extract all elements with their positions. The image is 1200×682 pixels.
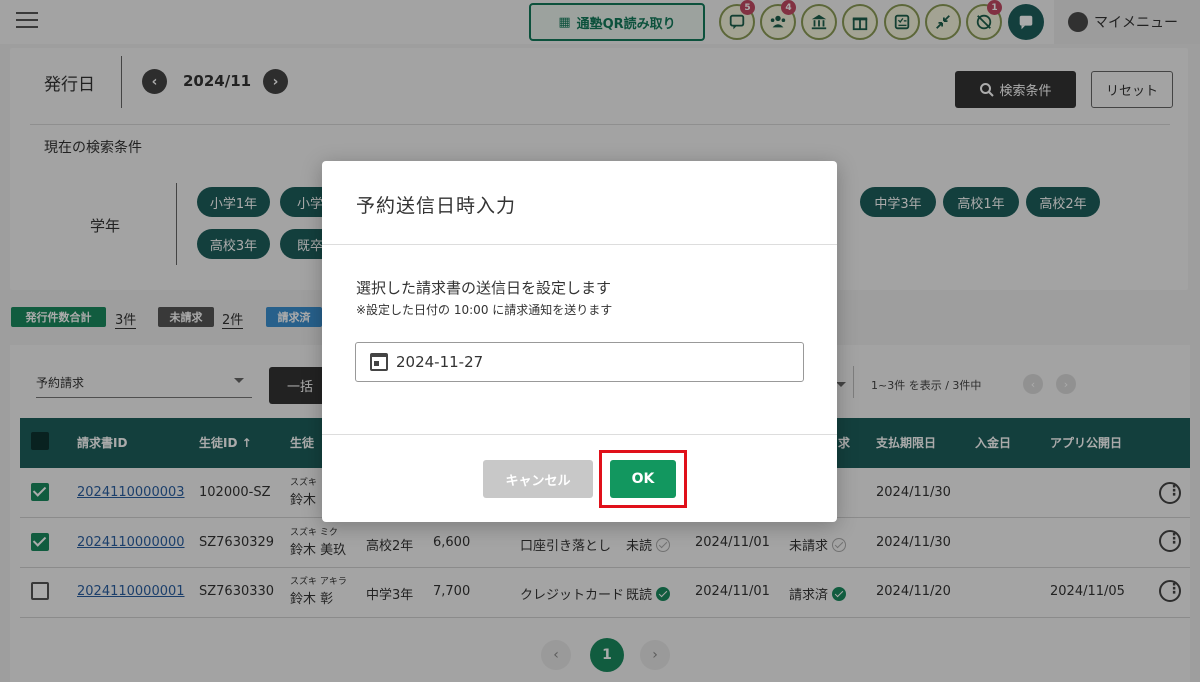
- send-date-input[interactable]: 2024-11-27: [355, 342, 804, 382]
- divider: [322, 434, 837, 435]
- calendar-icon: [370, 353, 388, 371]
- dialog-description: 選択した請求書の送信日を設定します: [356, 279, 612, 297]
- dialog-title: 予約送信日時入力: [356, 195, 517, 217]
- send-date-value: 2024-11-27: [396, 353, 484, 371]
- highlight-box: [599, 450, 687, 508]
- divider: [322, 244, 837, 245]
- reservation-date-dialog: 予約送信日時入力 選択した請求書の送信日を設定します ※設定した日付の 10:0…: [322, 161, 837, 522]
- dialog-note: ※設定した日付の 10:00 に請求通知を送ります: [356, 303, 613, 317]
- cancel-button[interactable]: キャンセル: [483, 460, 593, 498]
